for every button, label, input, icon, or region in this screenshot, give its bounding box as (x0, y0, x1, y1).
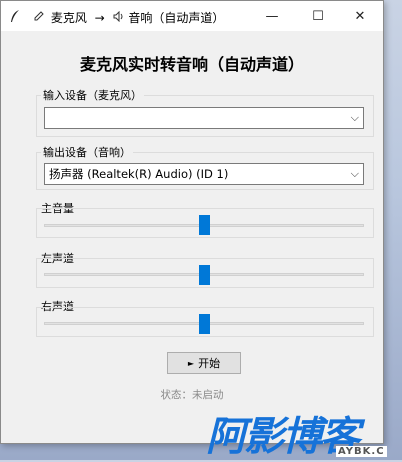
title-output-text: 音响（自动声道） (128, 11, 225, 25)
input-device-select[interactable]: ⌵ (44, 107, 364, 129)
chevron-down-icon: ⌵ (350, 167, 359, 180)
output-device-value: 扬声器 (Realtek(R) Audio) (ID 1) (49, 167, 229, 181)
speaker-icon (113, 10, 129, 25)
maximize-button[interactable]: ☐ (295, 1, 341, 31)
watermark-logo: 阿影博客 AYBK.C (206, 404, 402, 460)
output-device-label: 输出设备（音响） (41, 144, 133, 160)
title-mic-text: 麦克风 (50, 11, 87, 25)
window-title: 麦克风 → 音响（自动声道） (33, 9, 224, 26)
start-button[interactable]: ► 开始 (167, 352, 241, 374)
play-icon: ► (187, 358, 195, 368)
left-channel-thumb[interactable] (198, 265, 210, 285)
master-volume-thumb[interactable] (198, 215, 210, 235)
title-arrow: → (94, 11, 105, 25)
status-text: 状态：未启动 (160, 389, 224, 401)
start-button-label: 开始 (198, 357, 221, 370)
input-device-label: 输入设备（麦克风） (41, 87, 144, 103)
feather-icon (11, 10, 19, 22)
microphone-icon (33, 11, 44, 25)
chevron-down-icon: ⌵ (350, 111, 359, 124)
right-channel-thumb[interactable] (198, 314, 210, 334)
page-title: 麦克风实时转音响（自动声道） (79, 55, 304, 74)
watermark-domain: AYBK.C (336, 446, 387, 457)
minimize-button[interactable]: — (249, 1, 295, 31)
title-bar: 麦克风 → 音响（自动声道） — ☐ ✕ (1, 1, 383, 31)
output-device-select[interactable]: 扬声器 (Realtek(R) Audio) (ID 1) ⌵ (44, 163, 364, 185)
close-button[interactable]: ✕ (337, 1, 383, 31)
app-window: 麦克风 → 音响（自动声道） — ☐ ✕ 麦克风实时转音响（自动声道） 输入设备… (0, 0, 384, 444)
